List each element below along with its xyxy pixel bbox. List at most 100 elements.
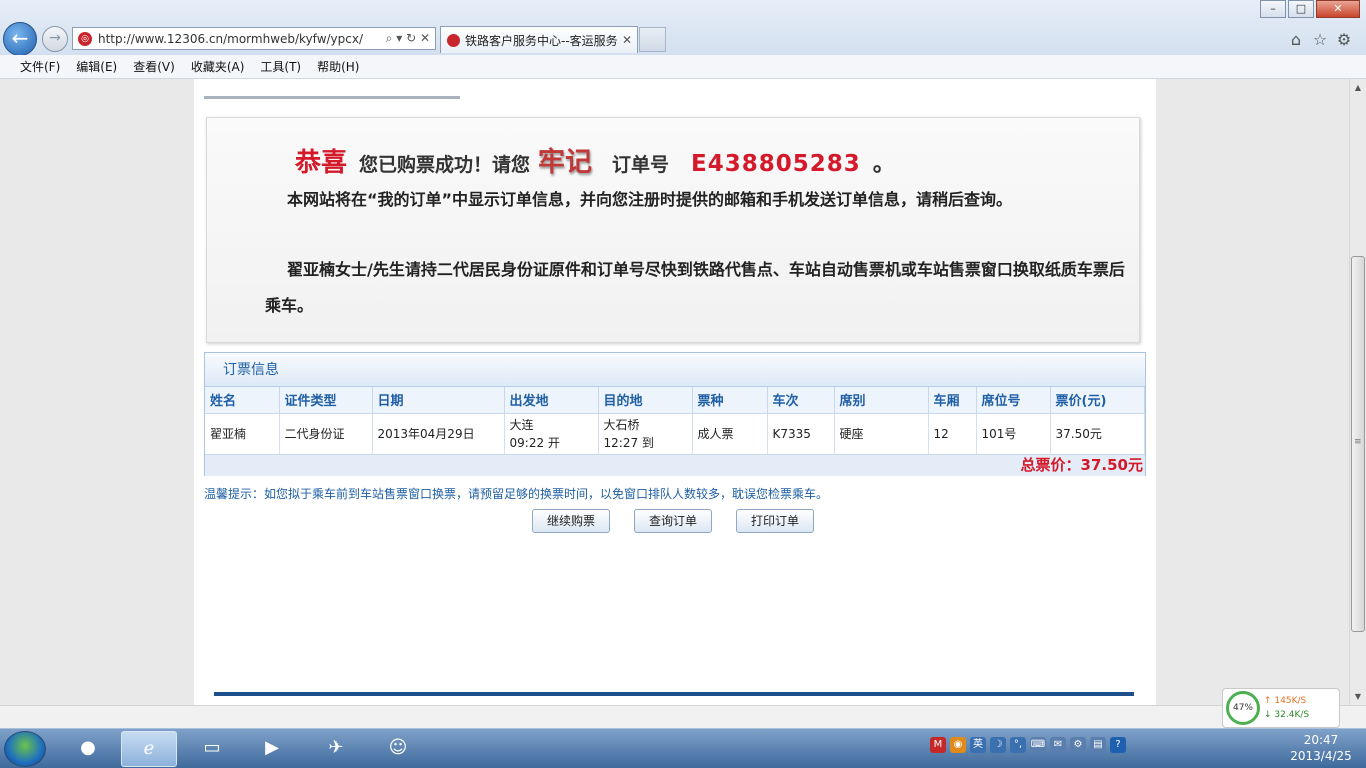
- speed-percent: 47%: [1226, 691, 1260, 725]
- col-train: 车次: [767, 387, 835, 414]
- cell-name: 翟亚楠: [205, 413, 280, 455]
- table-header-row: 姓名 证件类型 日期 出发地 目的地 票种 车次 席别 车厢 席位号 票价(元): [205, 387, 1145, 414]
- minimize-button[interactable]: –: [1260, 0, 1286, 18]
- order-info-panel: 订票信息 姓名 证件类型 日期 出发地 目的地 票种 车次 席别 车厢 席位号 …: [204, 352, 1146, 476]
- tab-title: 铁路客户服务中心--客运服务: [465, 33, 618, 48]
- col-seat-no: 席位号: [976, 387, 1051, 414]
- forward-button[interactable]: →: [42, 26, 68, 52]
- speed-values: ↑ 145K/S ↓ 32.4K/S: [1264, 694, 1309, 722]
- col-to: 目的地: [598, 387, 693, 414]
- pps-icon[interactable]: ☺: [370, 731, 426, 767]
- query-order-button[interactable]: 查询订单: [634, 509, 712, 533]
- col-from: 出发地: [504, 387, 599, 414]
- col-name: 姓名: [205, 387, 280, 414]
- cell-train: K7335: [767, 413, 835, 455]
- col-date: 日期: [372, 387, 505, 414]
- taskbar: ● ℯ ▭ ▶ ✈ ☺ M ◉ 英 ☽ °, ⌨ ✉ ⚙ ▤ ? 20:47 2…: [0, 728, 1366, 768]
- top-divider: [204, 96, 460, 99]
- menu-view[interactable]: 查看(V): [133, 58, 175, 75]
- cell-date: 2013年04月29日: [372, 413, 505, 455]
- depart-time: 09:22 开: [509, 435, 560, 450]
- tab-close-icon[interactable]: ✕: [622, 33, 632, 47]
- network-speed-widget[interactable]: 47% ↑ 145K/S ↓ 32.4K/S: [1222, 688, 1340, 728]
- tools-gear-icon[interactable]: ⚙: [1332, 30, 1356, 49]
- cell-id-type: 二代身份证: [279, 413, 373, 455]
- tray-m-icon[interactable]: M: [930, 737, 946, 753]
- cell-seat-no: 101号: [976, 413, 1051, 455]
- back-button[interactable]: ←: [3, 22, 37, 56]
- tab-favicon-icon: [447, 33, 460, 47]
- tray-keyboard-icon[interactable]: ⌨: [1030, 737, 1046, 753]
- tray-moon-icon[interactable]: ☽: [990, 737, 1006, 753]
- favorites-star-icon[interactable]: ☆: [1308, 30, 1332, 49]
- scroll-up-icon[interactable]: ▲: [1350, 79, 1366, 96]
- site-favicon-icon: ◎: [78, 31, 92, 46]
- order-label: 订单号: [612, 154, 670, 176]
- browser-tab[interactable]: 铁路客户服务中心--客运服务 ✕: [440, 26, 638, 53]
- new-tab-button[interactable]: [639, 27, 666, 52]
- tray-punct-icon[interactable]: °,: [1010, 737, 1026, 753]
- address-url[interactable]: http://www.12306.cn/mormhweb/kyfw/ypcx/: [98, 32, 386, 46]
- menu-favorites[interactable]: 收藏夹(A): [191, 58, 245, 75]
- ie-icon[interactable]: ℯ: [121, 731, 177, 767]
- scroll-grip-icon: ≡: [1354, 437, 1362, 447]
- 360-icon[interactable]: ●: [60, 731, 116, 767]
- browser-chrome: – □ ✕ ← → ◎ http://www.12306.cn/mormhweb…: [0, 0, 1366, 56]
- tray-ime-icon[interactable]: 英: [970, 737, 986, 753]
- home-icon[interactable]: ⌂: [1284, 30, 1308, 49]
- system-tray: M ◉ 英 ☽ °, ⌨ ✉ ⚙ ▤ ?: [930, 737, 1130, 753]
- clock-time: 20:47: [1303, 733, 1339, 747]
- download-speed: ↓ 32.4K/S: [1264, 710, 1310, 720]
- col-car: 车厢: [928, 387, 977, 414]
- close-button[interactable]: ✕: [1316, 0, 1360, 18]
- action-buttons: 继续购票 查询订单 打印订单: [532, 509, 838, 533]
- arrive-time: 12:27 到: [603, 435, 654, 450]
- page-content: 恭喜 您已购票成功！请您 牢记 订单号 E438805283 。 本网站将在“我…: [194, 79, 1156, 705]
- start-orb-icon[interactable]: [4, 731, 46, 767]
- vertical-scrollbar[interactable]: ▲ ≡ ▼: [1349, 79, 1366, 705]
- browser-right-icons: ⌂ ☆ ⚙: [1284, 30, 1356, 49]
- upload-speed: ↑ 145K/S: [1264, 696, 1307, 706]
- success-headline: 恭喜 您已购票成功！请您 牢记 订单号 E438805283 。: [295, 140, 895, 179]
- address-controls[interactable]: ⌕ ▾ ↻ ✕: [386, 31, 430, 46]
- clock-date: 2013/4/25: [1290, 749, 1352, 763]
- order-number: E438805283: [691, 151, 861, 177]
- col-seat-class: 席别: [834, 387, 929, 414]
- window-controls: – □ ✕: [1258, 0, 1360, 18]
- bird-icon[interactable]: ✈: [308, 731, 364, 767]
- page-viewport: 恭喜 您已购票成功！请您 牢记 订单号 E438805283 。 本网站将在“我…: [0, 79, 1349, 705]
- tray-ball-icon[interactable]: ◉: [950, 737, 966, 753]
- continue-booking-button[interactable]: 继续购票: [532, 509, 610, 533]
- cell-car: 12: [928, 413, 977, 455]
- table-row: 翟亚楠 二代身份证 2013年04月29日 大连 09:22 开 大石桥 12:…: [205, 413, 1145, 455]
- congrats-text: 恭喜: [295, 148, 348, 178]
- cell-price: 37.50元: [1050, 413, 1145, 455]
- menu-file[interactable]: 文件(F): [20, 58, 60, 75]
- headline-period: 。: [872, 152, 895, 177]
- taskbar-clock[interactable]: 20:47 2013/4/25: [1288, 732, 1354, 764]
- order-info-title: 订票信息: [205, 353, 1145, 387]
- remember-text: 牢记: [538, 147, 593, 178]
- menu-help[interactable]: 帮助(H): [317, 58, 359, 75]
- menu-edit[interactable]: 编辑(E): [76, 58, 117, 75]
- folder-icon[interactable]: ▭: [184, 731, 240, 767]
- maximize-button[interactable]: □: [1288, 0, 1314, 18]
- menu-tools[interactable]: 工具(T): [260, 58, 301, 75]
- col-price: 票价(元): [1050, 387, 1145, 414]
- success-text: 您已购票成功！请您: [359, 154, 531, 176]
- cell-seat-class: 硬座: [834, 413, 929, 455]
- cell-ticket-type: 成人票: [692, 413, 768, 455]
- tray-settings-icon[interactable]: ⚙: [1070, 737, 1086, 753]
- address-bar[interactable]: ◎ http://www.12306.cn/mormhweb/kyfw/ypcx…: [72, 27, 436, 50]
- scroll-down-icon[interactable]: ▼: [1350, 688, 1366, 705]
- tray-menu-icon[interactable]: ▤: [1090, 737, 1106, 753]
- success-paragraph-1: 本网站将在“我的订单”中显示订单信息，并向您注册时提供的邮箱和手机发送订单信息，…: [287, 190, 1013, 209]
- tray-help-icon[interactable]: ?: [1110, 737, 1126, 753]
- print-order-button[interactable]: 打印订单: [736, 509, 814, 533]
- media-icon[interactable]: ▶: [244, 731, 300, 767]
- to-station: 大石桥: [603, 417, 640, 432]
- total-price: 总票价：37.50元: [205, 454, 1145, 476]
- tray-mail-icon[interactable]: ✉: [1050, 737, 1066, 753]
- bottom-divider: [214, 692, 1134, 696]
- cell-from: 大连 09:22 开: [504, 413, 599, 455]
